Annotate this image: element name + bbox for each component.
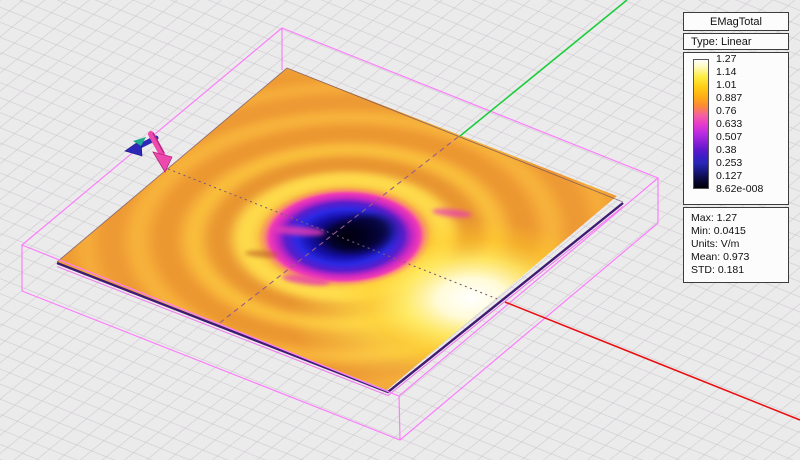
legend-type: Type: Linear [683, 33, 789, 50]
legend-title: EMagTotal [683, 12, 789, 31]
legend-scale-value: 0.633 [716, 118, 763, 131]
legend-stats-line: Units: V/m [691, 238, 784, 251]
legend-scale-value: 0.253 [716, 157, 763, 170]
x-axis-line [505, 302, 800, 420]
legend-colorbar [693, 59, 709, 189]
legend-scale-value: 0.887 [716, 92, 763, 105]
legend-scale-value: 1.14 [716, 66, 763, 79]
legend-stats-line: STD: 0.181 [691, 264, 784, 277]
legend-scale-value: 1.01 [716, 79, 763, 92]
legend-scale-value: 8.62e-008 [716, 183, 763, 196]
field-legend[interactable]: EMagTotal Type: Linear 1.27 1.14 1.01 0.… [683, 12, 789, 285]
field-plot-plane [0, 11, 755, 460]
legend-stats-line: Mean: 0.973 [691, 251, 784, 264]
scene-canvas[interactable] [0, 0, 800, 460]
legend-stats-box: Max: 1.27 Min: 0.0415 Units: V/m Mean: 0… [683, 207, 789, 283]
legend-scale-value: 0.76 [716, 105, 763, 118]
legend-scale-value: 0.127 [716, 170, 763, 183]
legend-scale-box: 1.27 1.14 1.01 0.887 0.76 0.633 0.507 0.… [683, 52, 789, 205]
legend-scale-value: 0.38 [716, 144, 763, 157]
viewport-3d[interactable]: EMagTotal Type: Linear 1.27 1.14 1.01 0.… [0, 0, 800, 460]
excitation-arrow-magenta [151, 133, 172, 172]
legend-scale-value: 1.27 [716, 53, 763, 66]
legend-stats-line: Min: 0.0415 [691, 225, 784, 238]
legend-scale-labels: 1.27 1.14 1.01 0.887 0.76 0.633 0.507 0.… [716, 53, 763, 196]
y-axis-line [460, 0, 627, 136]
legend-scale-value: 0.507 [716, 131, 763, 144]
legend-stats-line: Max: 1.27 [691, 212, 784, 225]
